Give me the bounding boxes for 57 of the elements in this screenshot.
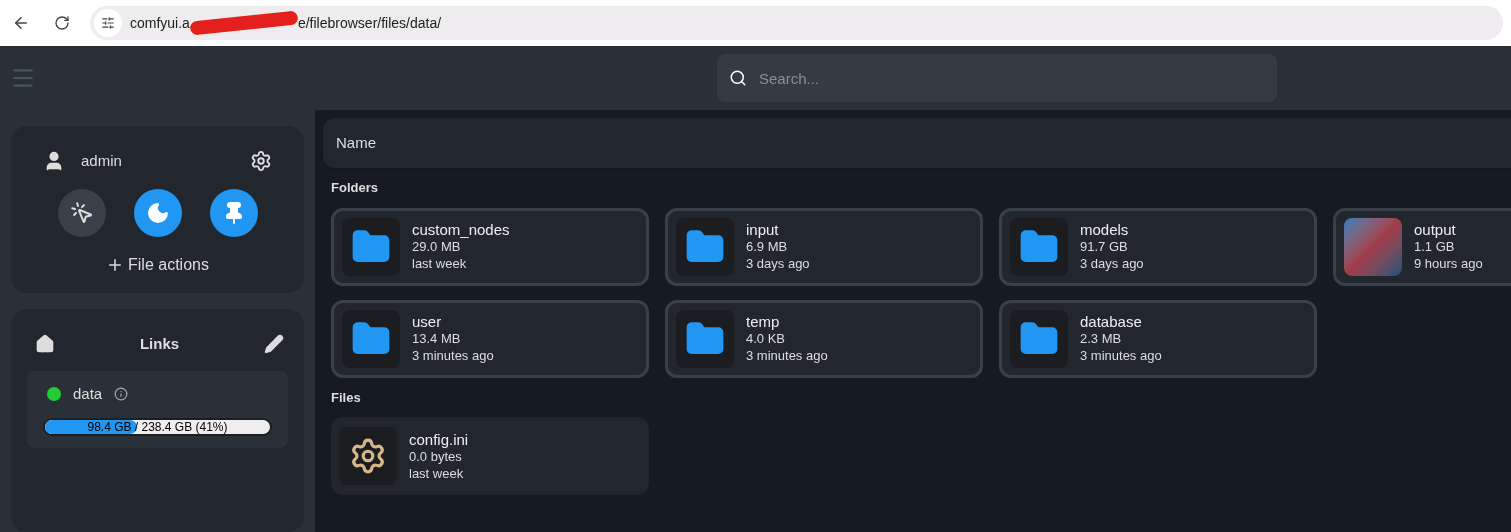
item-size: 1.1 GB (1414, 238, 1456, 255)
item-name: custom_nodes (412, 221, 510, 238)
folder-card[interactable]: models 91.7 GB 3 days ago (999, 207, 1317, 286)
folder-card[interactable]: temp 4.0 KB 3 minutes ago (665, 299, 983, 378)
item-date: 3 minutes ago (412, 347, 494, 364)
file-card[interactable]: config.ini 0.0 bytes last week (331, 417, 649, 495)
address-bar[interactable]: comfyui.a e/filebrowser/files/data/ (90, 6, 1503, 40)
url-text: e/filebrowser/files/data/ (297, 13, 442, 33)
url-text: comfyui.a (130, 13, 190, 33)
folder-card[interactable]: database 2.3 MB 3 minutes ago (999, 299, 1317, 378)
source-name: data (73, 384, 103, 404)
back-icon[interactable] (12, 14, 30, 32)
item-size: 4.0 KB (746, 330, 787, 347)
search-icon (729, 69, 747, 87)
section-title: Files (331, 388, 362, 407)
folder-card[interactable]: user 13.4 MB 3 minutes ago (331, 299, 649, 378)
item-size: 91.7 GB (1080, 238, 1129, 255)
item-name: database (1080, 313, 1143, 330)
folder-card[interactable]: input 6.9 MB 3 days ago (665, 207, 983, 286)
folder-card[interactable]: output 1.1 GB 9 hours ago (1333, 207, 1511, 286)
pointer-icon (69, 200, 94, 225)
item-date: 3 days ago (1080, 255, 1144, 272)
usage-text: 98.4 GB / 238.4 GB (41%) (86, 419, 229, 434)
item-name: user (412, 313, 443, 330)
folder-card[interactable]: custom_nodes 29.0 MB last week (331, 207, 649, 286)
info-icon[interactable] (114, 387, 129, 402)
gear-icon (349, 437, 387, 475)
settings-icon[interactable] (250, 150, 272, 173)
reload-icon[interactable] (54, 15, 70, 31)
column-header[interactable]: Name (323, 118, 1511, 168)
item-name: output (1414, 221, 1457, 238)
item-size: 2.3 MB (1080, 330, 1123, 347)
moon-icon (145, 200, 170, 225)
home-icon[interactable] (35, 333, 55, 354)
photo-placeholder (1344, 217, 1402, 276)
item-date: 3 days ago (746, 255, 810, 272)
item-date: 3 minutes ago (746, 347, 828, 364)
item-date: 3 minutes ago (1080, 347, 1162, 364)
item-date: last week (412, 255, 468, 272)
user-name: admin (81, 151, 122, 171)
section-title: Folders (331, 179, 379, 197)
item-date: last week (409, 464, 465, 482)
item-size: 29.0 MB (412, 238, 462, 255)
item-name: temp (746, 313, 781, 330)
site-settings-icon[interactable] (94, 9, 122, 37)
source-card[interactable]: data 98.4 GB / 238.4 GB (41%) (27, 371, 288, 448)
search-field[interactable]: Search... (717, 54, 1277, 102)
item-name: input (746, 221, 780, 238)
edit-icon[interactable] (264, 333, 284, 354)
item-date: 9 hours ago (1414, 255, 1483, 272)
item-size: 0.0 bytes (409, 448, 463, 465)
item-name: config.ini (409, 430, 469, 448)
item-name: models (1080, 221, 1130, 238)
item-size: 6.9 MB (746, 238, 789, 255)
links-title: Links (138, 333, 181, 354)
item-size: 13.4 MB (412, 330, 462, 347)
file-actions-button[interactable]: File actions (106, 252, 209, 277)
